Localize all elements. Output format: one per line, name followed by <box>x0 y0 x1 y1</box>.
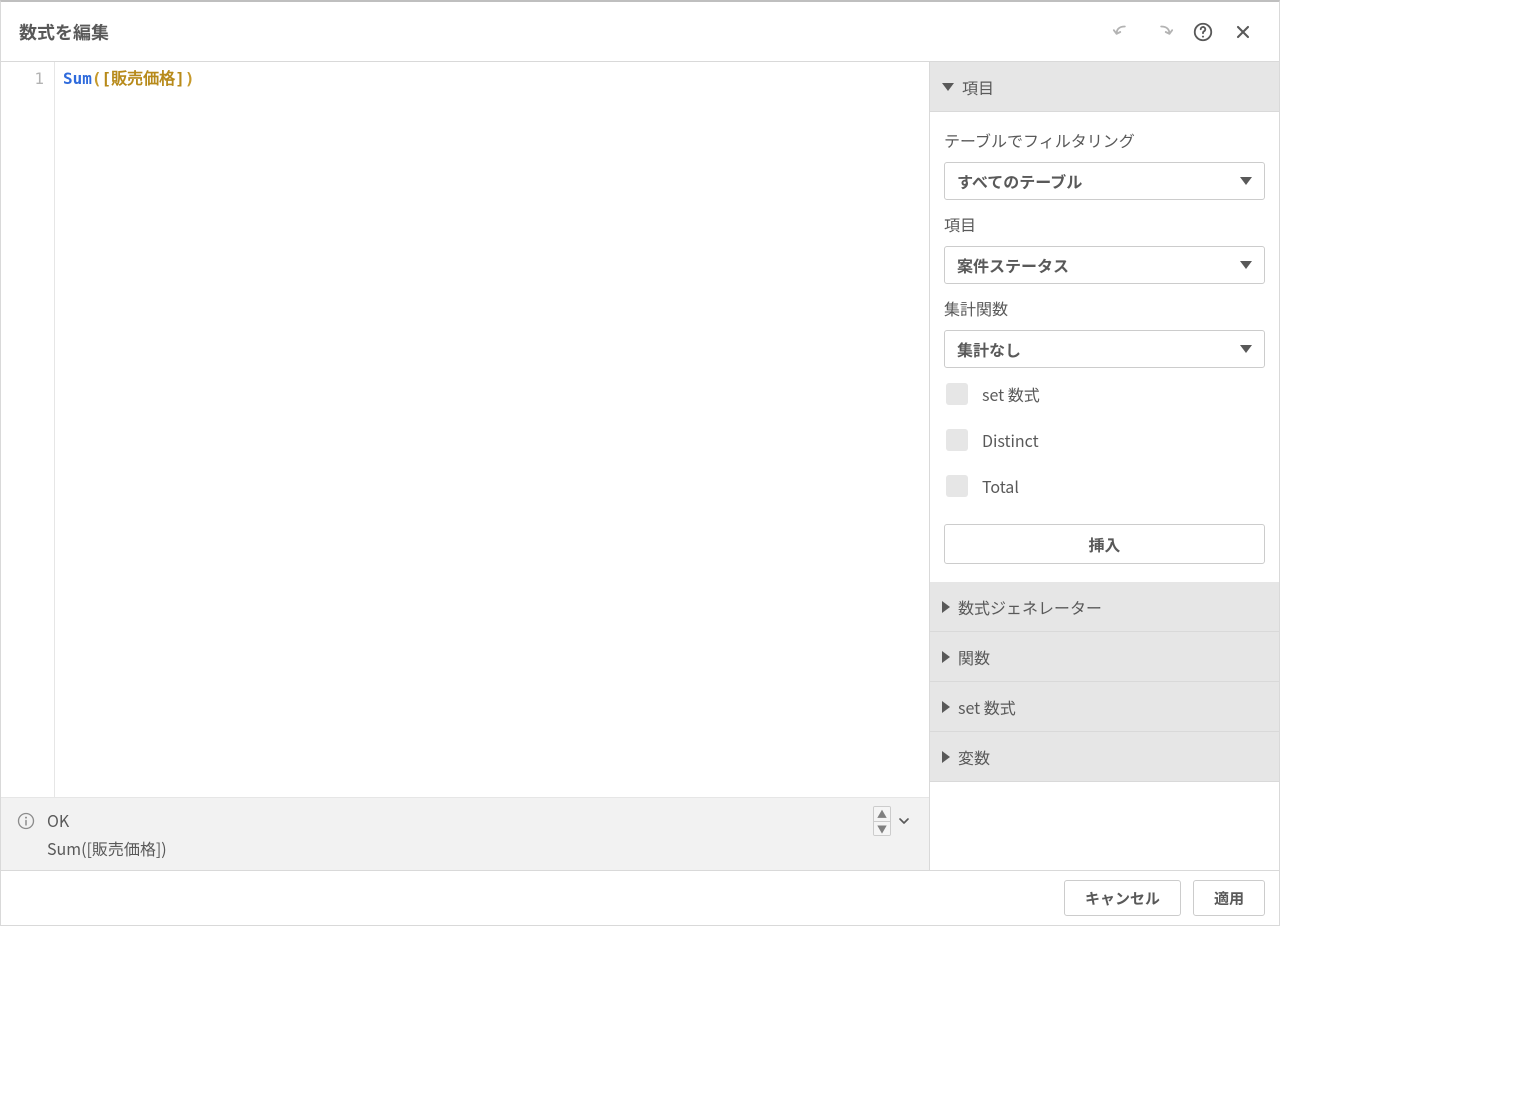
section-functions-title: 関数 <box>958 645 990 669</box>
section-fields-header[interactable]: 項目 <box>930 62 1279 112</box>
line-gutter: 1 <box>1 62 55 797</box>
dialog-body: 1 Sum([販売価格]) OK Sum([販売価格]) ▲ ▼ <box>1 62 1279 871</box>
dialog-title: 数式を編集 <box>19 19 1105 45</box>
status-bar: OK Sum([販売価格]) ▲ ▼ <box>1 798 929 870</box>
header-toolbar <box>1105 14 1261 50</box>
expand-toggle[interactable] <box>893 806 915 836</box>
status-ok-label: OK <box>47 808 915 832</box>
section-generator-title: 数式ジェネレーター <box>958 595 1102 619</box>
aggregation-label: 集計関数 <box>944 296 1265 320</box>
section-set-expr-title: set 数式 <box>958 695 1016 719</box>
status-controls: ▲ ▼ <box>873 806 915 836</box>
side-panel: 項目 テーブルでフィルタリング すべてのテーブル 項目 案件ステータス 集計関数… <box>929 62 1279 870</box>
chevron-down-icon <box>1240 345 1252 353</box>
help-button[interactable] <box>1185 14 1221 50</box>
total-checkbox-label: Total <box>982 474 1019 498</box>
aggregation-value: 集計なし <box>957 337 1021 361</box>
token-function: Sum <box>63 69 92 88</box>
distinct-checkbox[interactable] <box>946 429 968 451</box>
section-variables-title: 変数 <box>958 745 990 769</box>
caret-down-icon <box>942 83 954 91</box>
chevron-down-icon <box>896 813 912 829</box>
filter-by-table-select[interactable]: すべてのテーブル <box>944 162 1265 200</box>
code-editor[interactable]: 1 Sum([販売価格]) <box>1 62 929 798</box>
cancel-button[interactable]: キャンセル <box>1064 880 1181 916</box>
close-icon <box>1233 22 1253 42</box>
dialog-footer: キャンセル 適用 <box>1 871 1279 925</box>
close-button[interactable] <box>1225 14 1261 50</box>
set-expression-checkbox[interactable] <box>946 383 968 405</box>
redo-icon <box>1152 21 1174 43</box>
set-expression-checkbox-row[interactable]: set 数式 <box>944 374 1265 414</box>
dialog-header: 数式を編集 <box>1 2 1279 62</box>
filter-by-table-label: テーブルでフィルタリング <box>944 128 1265 152</box>
caret-right-icon <box>942 601 950 613</box>
caret-right-icon <box>942 751 950 763</box>
chevron-down-icon <box>1240 177 1252 185</box>
preview-stepper: ▲ ▼ <box>873 806 891 836</box>
insert-button[interactable]: 挿入 <box>944 524 1265 564</box>
caret-right-icon <box>942 651 950 663</box>
code-content[interactable]: Sum([販売価格]) <box>55 62 929 797</box>
token-paren-close: ) <box>185 69 195 88</box>
info-icon <box>15 810 37 832</box>
redo-button[interactable] <box>1145 14 1181 50</box>
aggregation-select[interactable]: 集計なし <box>944 330 1265 368</box>
field-label: 項目 <box>944 212 1265 236</box>
apply-button-label: 適用 <box>1214 888 1244 909</box>
token-field: [販売価格] <box>102 69 185 88</box>
apply-button[interactable]: 適用 <box>1193 880 1265 916</box>
stepper-up[interactable]: ▲ <box>874 807 890 821</box>
total-checkbox-row[interactable]: Total <box>944 466 1265 506</box>
expression-editor-dialog: 数式を編集 1 Sum([販売価格]) <box>0 0 1280 926</box>
section-fields-body: テーブルでフィルタリング すべてのテーブル 項目 案件ステータス 集計関数 集計… <box>930 112 1279 582</box>
section-set-expr-header[interactable]: set 数式 <box>930 682 1279 732</box>
set-expression-checkbox-label: set 数式 <box>982 382 1040 406</box>
undo-icon <box>1112 21 1134 43</box>
field-value: 案件ステータス <box>957 253 1069 277</box>
section-fields-title: 項目 <box>962 75 994 99</box>
distinct-checkbox-label: Distinct <box>982 428 1039 452</box>
section-functions-header[interactable]: 関数 <box>930 632 1279 682</box>
total-checkbox[interactable] <box>946 475 968 497</box>
editor-column: 1 Sum([販売価格]) OK Sum([販売価格]) ▲ ▼ <box>1 62 929 870</box>
caret-right-icon <box>942 701 950 713</box>
stepper-down[interactable]: ▼ <box>874 821 890 835</box>
field-select[interactable]: 案件ステータス <box>944 246 1265 284</box>
filter-by-table-value: すべてのテーブル <box>957 169 1082 193</box>
cancel-button-label: キャンセル <box>1085 888 1160 909</box>
token-paren-open: ( <box>92 69 102 88</box>
status-expression: Sum([販売価格]) <box>47 836 915 860</box>
section-variables-header[interactable]: 変数 <box>930 732 1279 782</box>
section-generator-header[interactable]: 数式ジェネレーター <box>930 582 1279 632</box>
distinct-checkbox-row[interactable]: Distinct <box>944 420 1265 460</box>
chevron-down-icon <box>1240 261 1252 269</box>
help-icon <box>1192 21 1214 43</box>
undo-button[interactable] <box>1105 14 1141 50</box>
insert-button-label: 挿入 <box>1088 532 1120 556</box>
status-text: OK Sum([販売価格]) <box>47 808 915 860</box>
line-number: 1 <box>1 67 44 91</box>
